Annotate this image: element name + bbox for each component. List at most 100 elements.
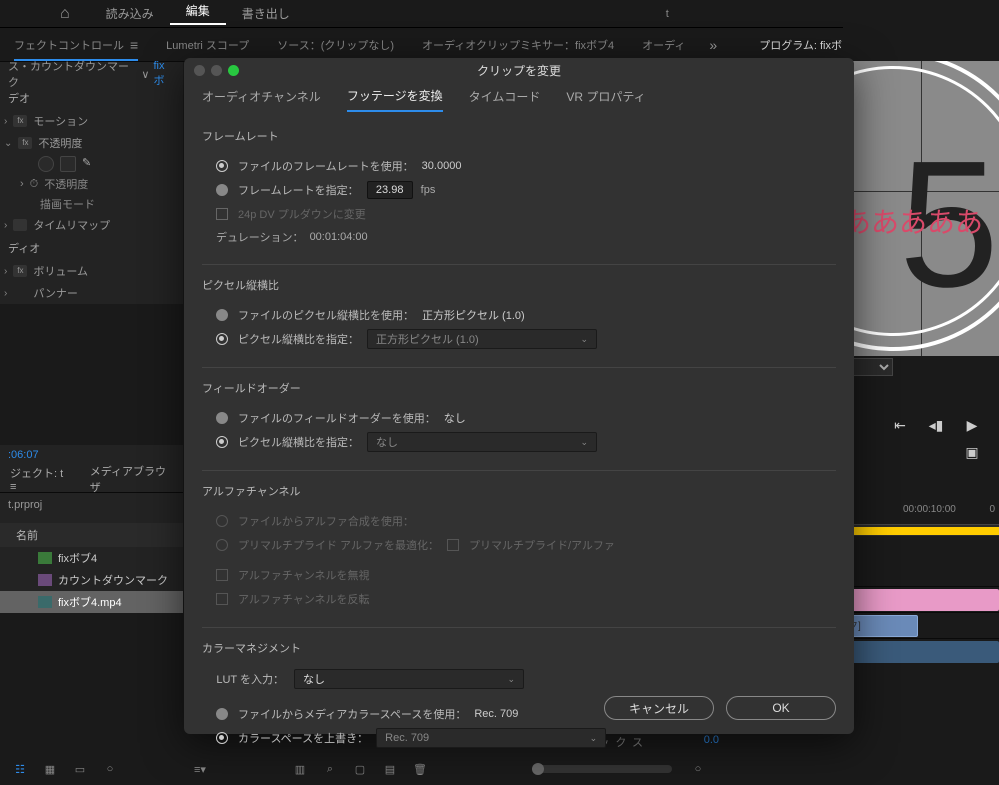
overflow-arrow-icon[interactable]: » xyxy=(709,37,717,53)
radio-icon[interactable] xyxy=(216,412,228,424)
colorspace-select[interactable]: Rec. 709⌄ xyxy=(376,728,606,748)
menu-load[interactable]: 読み込み xyxy=(90,5,170,22)
column-name[interactable]: 名前 xyxy=(0,523,183,547)
play-icon[interactable]: ▶ xyxy=(963,416,981,434)
blend-mode-row[interactable]: 描画モード xyxy=(0,194,183,214)
chevron-down-icon: ⌄ xyxy=(507,674,515,685)
label: ファイルからアルファ合成を使用： xyxy=(238,513,414,529)
radio-icon[interactable] xyxy=(216,309,228,321)
select-value: なし xyxy=(376,434,398,450)
opacity-value-row[interactable]: ›⏱不透明度 xyxy=(0,174,183,194)
checkbox-icon xyxy=(216,569,228,581)
tab-audio-mixer[interactable]: オーディオクリップミキサー：fixボブ4 xyxy=(408,37,628,53)
menu-export[interactable]: 書き出し xyxy=(226,5,306,22)
radio-icon[interactable] xyxy=(216,708,228,720)
field-select[interactable]: なし⌄ xyxy=(367,432,597,452)
clip[interactable] xyxy=(843,589,999,611)
menu-edit[interactable]: 編集 xyxy=(170,2,226,25)
radio-colorspace-override[interactable]: カラースペースを上書き： Rec. 709⌄ xyxy=(202,726,836,750)
section-title: カラーマネジメント xyxy=(202,640,836,656)
tab-source[interactable]: ソース：(クリップなし) xyxy=(263,37,408,53)
step-back-icon[interactable]: ◂▮ xyxy=(927,416,945,434)
label: LUT を入力： xyxy=(202,671,284,687)
work-area[interactable] xyxy=(843,524,999,536)
clip[interactable] xyxy=(843,641,999,663)
clip[interactable]: ク] xyxy=(843,615,918,637)
select-value: 正方形ピクセル (1.0) xyxy=(376,331,479,347)
zoom-select[interactable] xyxy=(853,358,893,376)
program-viewport[interactable]: 5 あああああ xyxy=(843,61,999,356)
timeline-ruler[interactable]: 00:00:10:00 0 xyxy=(843,500,999,524)
chevron-down-icon: ⌄ xyxy=(580,334,588,345)
audio-track[interactable] xyxy=(843,638,999,664)
slider-icon[interactable]: ○ xyxy=(102,761,118,777)
ellipse-mask-icon[interactable] xyxy=(38,156,54,172)
radio-use-file-par[interactable]: ファイルのピクセル縦横比を使用： 正方形ピクセル (1.0) xyxy=(202,303,836,327)
radio-specify-fps[interactable]: フレームレートを指定： fps xyxy=(202,178,836,202)
label: ピクセル縦横比を指定： xyxy=(238,331,359,347)
project-item[interactable]: fixボブ4.mp4 xyxy=(0,591,183,613)
effect-time-remap[interactable]: ›タイムリマップ xyxy=(0,214,183,236)
value: 正方形ピクセル (1.0) xyxy=(422,307,525,323)
radio-use-file-field[interactable]: ファイルのフィールドオーダーを使用： なし xyxy=(202,406,836,430)
rect-mask-icon[interactable] xyxy=(60,156,76,172)
tab-effect-controls[interactable]: フェクトコントロール ≡ xyxy=(0,37,152,53)
radio-icon[interactable] xyxy=(216,160,228,172)
mark-in-icon[interactable]: ⇤ xyxy=(891,416,909,434)
icon-view-icon[interactable]: ▦ xyxy=(42,761,58,777)
opacity-sub-label: 不透明度 xyxy=(44,176,88,192)
panel-menu-icon[interactable]: ≡ xyxy=(10,481,16,493)
video-track[interactable] xyxy=(843,586,999,612)
effect-panner[interactable]: ›パンナー xyxy=(0,282,183,304)
radio-specify-par[interactable]: ピクセル縦横比を指定： 正方形ピクセル (1.0) ⌄ xyxy=(202,327,836,351)
freeform-view-icon[interactable]: ▭ xyxy=(72,761,88,777)
timeline-panel: 00:00:10:00 0 ク] xyxy=(843,500,999,664)
radio-icon[interactable] xyxy=(216,184,228,196)
effect-opacity-label: 不透明度 xyxy=(38,135,82,151)
value: 00:01:04:00 xyxy=(310,231,368,243)
modify-clip-dialog: クリップを変更 オーディオチャンネル フッテージを変換 タイムコード VR プロ… xyxy=(184,58,854,734)
tab-vr-properties[interactable]: VR プロパティ xyxy=(566,88,645,111)
mask-tools: ✎ xyxy=(0,154,183,174)
breadcrumb-clip[interactable]: ス・カウントダウンマーク xyxy=(8,58,137,90)
checkbox-icon xyxy=(216,208,228,220)
tab-audio-channels[interactable]: オーディオチャンネル xyxy=(202,88,321,111)
breadcrumb-link[interactable]: fixボ xyxy=(153,60,175,88)
lut-select[interactable]: なし⌄ xyxy=(294,669,524,689)
tab-timecode[interactable]: タイムコード xyxy=(469,88,541,111)
project-item[interactable]: fixボブ4 xyxy=(0,547,183,569)
tab-interpret-footage[interactable]: フッテージを変換 xyxy=(347,87,443,112)
dialog-titlebar[interactable]: クリップを変更 xyxy=(184,58,854,82)
radio-icon[interactable] xyxy=(216,436,228,448)
panel-menu-icon[interactable]: ≡ xyxy=(130,37,138,53)
tab-lumetri-scopes[interactable]: Lumetri スコープ xyxy=(152,37,263,53)
radio-use-file-fps[interactable]: ファイルのフレームレートを使用： 30.0000 xyxy=(202,154,836,178)
tab-audio-trunc[interactable]: オーディ xyxy=(628,37,699,53)
volume-label: ボリューム xyxy=(33,263,88,279)
cancel-button[interactable]: キャンセル xyxy=(604,696,714,720)
value: なし xyxy=(444,410,466,426)
radio-icon[interactable] xyxy=(216,333,228,345)
checkbox-invert-alpha: アルファチャンネルを反転 xyxy=(202,587,836,611)
home-icon[interactable]: ⌂ xyxy=(60,5,70,23)
radio-icon[interactable] xyxy=(216,732,228,744)
section-alpha: アルファチャンネル ファイルからアルファ合成を使用： プリマルチプライド アルフ… xyxy=(202,470,836,627)
par-select[interactable]: 正方形ピクセル (1.0) ⌄ xyxy=(367,329,597,349)
effect-opacity[interactable]: ⌄fx不透明度 xyxy=(0,132,183,154)
section-pixel-aspect: ピクセル縦横比 ファイルのピクセル縦横比を使用： 正方形ピクセル (1.0) ピ… xyxy=(202,264,836,367)
video-track[interactable]: ク] xyxy=(843,612,999,638)
ok-button[interactable]: OK xyxy=(726,696,836,720)
item-label: カウントダウンマーク xyxy=(58,572,168,588)
radio-specify-field[interactable]: ピクセル縦横比を指定： なし⌄ xyxy=(202,430,836,454)
effect-volume[interactable]: ›fxボリューム xyxy=(0,260,183,282)
section-audio: ディオ xyxy=(0,236,183,260)
label: ファイルのフィールドオーダーを使用： xyxy=(238,410,436,426)
export-frame-icon[interactable]: ▣ xyxy=(963,443,981,461)
tab-media-browser[interactable]: メディアブラウザ xyxy=(80,463,183,495)
fps-input[interactable] xyxy=(367,181,413,199)
tab-project[interactable]: ジェクト: t ≡ xyxy=(0,465,80,493)
list-view-icon[interactable]: ☷ xyxy=(12,761,28,777)
effect-motion[interactable]: ›fxモーション xyxy=(0,110,183,132)
pen-mask-icon[interactable]: ✎ xyxy=(82,156,98,172)
project-item[interactable]: カウントダウンマーク xyxy=(0,569,183,591)
